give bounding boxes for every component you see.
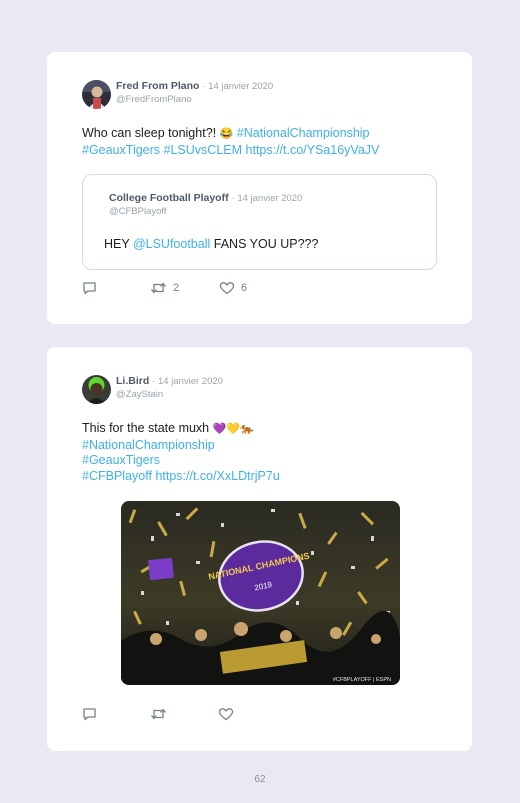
celebration-photo: NATIONAL CHAMPIONS 2019 #CFBPLAYOFF | ES… bbox=[121, 501, 400, 685]
like-icon bbox=[218, 708, 234, 721]
reply-icon bbox=[83, 282, 96, 295]
url-link[interactable]: https://t.co/XxLDtrjP7u bbox=[155, 469, 279, 483]
reply-button[interactable] bbox=[82, 281, 150, 295]
avatar[interactable] bbox=[82, 375, 111, 404]
like-icon bbox=[219, 282, 235, 295]
user-handle[interactable]: @ZayStain bbox=[116, 388, 223, 401]
tweet-media-image[interactable]: NATIONAL CHAMPIONS 2019 #CFBPLAYOFF | ES… bbox=[121, 501, 400, 685]
tweet-actions: 2 6 bbox=[82, 280, 247, 296]
like-button[interactable] bbox=[218, 707, 234, 721]
user-info: Fred From Plano · 14 janvier 2020 @FredF… bbox=[116, 80, 273, 106]
tweet-card: Fred From Plano · 14 janvier 2020 @FredF… bbox=[47, 52, 472, 324]
like-count: 6 bbox=[241, 282, 248, 294]
tweet-header: Fred From Plano · 14 janvier 2020 @FredF… bbox=[82, 80, 273, 109]
user-handle[interactable]: @FredFromPlano bbox=[116, 93, 273, 106]
retweet-icon bbox=[151, 282, 166, 294]
quoted-display-name[interactable]: College Football Playoff bbox=[109, 192, 229, 204]
hashtag-link[interactable]: #GeauxTigers bbox=[82, 143, 160, 157]
retweet-icon bbox=[151, 708, 166, 720]
heart-tiger-emoji-icon: 💜💛🐅 bbox=[212, 423, 254, 435]
tweet-date[interactable]: · 14 janvier 2020 bbox=[152, 376, 223, 387]
laughing-emoji-icon: 😂 bbox=[219, 128, 234, 140]
hashtag-link[interactable]: #CFBPlayoff bbox=[82, 469, 152, 483]
tweet-text: Who can sleep tonight?! 😂 #NationalChamp… bbox=[82, 126, 379, 158]
retweet-button[interactable]: 2 bbox=[150, 281, 219, 295]
page-number: 62 bbox=[254, 774, 266, 785]
hashtag-link[interactable]: #NationalChampionship bbox=[82, 438, 215, 452]
tweet-card: Li.Bird · 14 janvier 2020 @ZayStain This… bbox=[47, 347, 472, 751]
quoted-tweet-text: HEY @LSUfootball FANS YOU UP??? bbox=[104, 237, 318, 251]
tweet-actions bbox=[82, 706, 234, 722]
tweet-text: This for the state muxh 💜💛🐅 #NationalCha… bbox=[82, 421, 280, 484]
mention-link[interactable]: @LSUfootball bbox=[133, 237, 210, 251]
photo-watermark: #CFBPLAYOFF | ESPN bbox=[333, 677, 391, 683]
retweet-count: 2 bbox=[173, 282, 180, 294]
avatar[interactable] bbox=[82, 80, 111, 109]
tweet-text-start: Who can sleep tonight?! bbox=[82, 126, 220, 140]
url-link[interactable]: https://t.co/YSa16yVaJV bbox=[246, 143, 380, 157]
quoted-tweet[interactable]: College Football Playoff · 14 janvier 20… bbox=[82, 174, 437, 270]
reply-icon bbox=[83, 708, 96, 721]
reply-button[interactable] bbox=[82, 707, 150, 721]
hashtag-link[interactable]: #NationalChampionship bbox=[237, 126, 370, 140]
quoted-user-handle[interactable]: @CFBPlayoff bbox=[109, 205, 302, 218]
display-name[interactable]: Li.Bird bbox=[116, 375, 149, 387]
like-button[interactable]: 6 bbox=[219, 281, 247, 295]
tweet-date[interactable]: · 14 janvier 2020 bbox=[202, 81, 273, 92]
quoted-text-start: HEY bbox=[104, 237, 133, 251]
tweet-header: Li.Bird · 14 janvier 2020 @ZayStain bbox=[82, 375, 223, 404]
quoted-tweet-date[interactable]: · 14 janvier 2020 bbox=[232, 193, 303, 204]
display-name[interactable]: Fred From Plano bbox=[116, 80, 199, 92]
user-info: Li.Bird · 14 janvier 2020 @ZayStain bbox=[116, 375, 223, 401]
tweet-text-start: This for the state muxh bbox=[82, 421, 213, 435]
quoted-tweet-header: College Football Playoff · 14 janvier 20… bbox=[109, 192, 302, 218]
quoted-text-end: FANS YOU UP??? bbox=[210, 237, 319, 251]
retweet-button[interactable] bbox=[150, 707, 218, 721]
hashtag-link[interactable]: #GeauxTigers bbox=[82, 453, 160, 467]
hashtag-link[interactable]: #LSUvsCLEM bbox=[164, 143, 243, 157]
